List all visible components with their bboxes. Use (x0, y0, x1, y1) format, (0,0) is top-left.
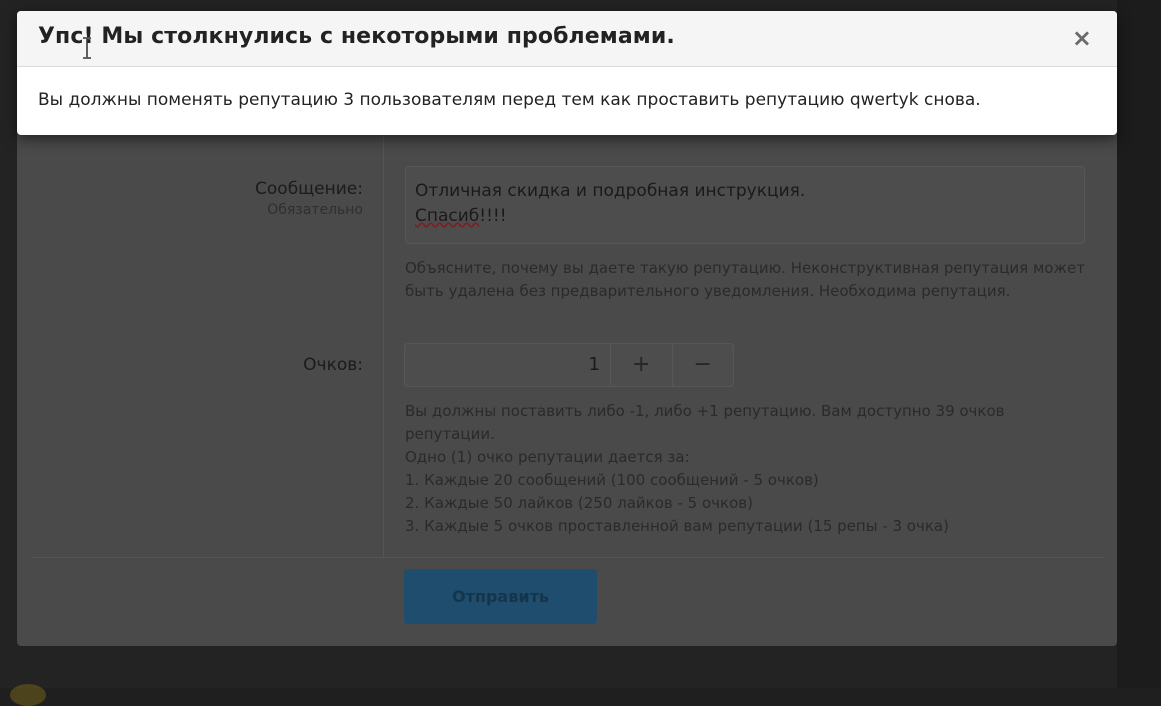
message-required-label: Обязательно (267, 202, 363, 218)
close-icon[interactable]: × (1072, 25, 1092, 51)
points-label: Очков: (303, 355, 363, 375)
points-hint-line-3: 1. Каждые 20 сообщений (100 сообщений - … (405, 471, 819, 489)
points-stepper[interactable]: 1 + − (404, 343, 734, 387)
error-dialog-header: Упс! Мы столкнулись с некоторыми проблем… (17, 11, 1117, 67)
submit-button[interactable]: Отправить (404, 569, 597, 624)
message-label: Сообщение: (255, 179, 363, 199)
form-footer-divider (31, 557, 1103, 558)
points-hint-line-1: Вы должны поставить либо -1, либо +1 реп… (405, 402, 1005, 443)
corner-glow (10, 684, 46, 706)
error-dialog-message: Вы должны поменять репутацию 3 пользоват… (38, 90, 981, 110)
message-line-2-misspelled: Спасиб (415, 206, 480, 226)
error-dialog: Упс! Мы столкнулись с некоторыми проблем… (17, 11, 1117, 135)
form-column-divider (383, 130, 384, 558)
points-label-group: Очков: (303, 354, 363, 376)
points-hint-line-5: 3. Каждые 5 очков проставленной вам репу… (405, 517, 949, 535)
points-value-input[interactable]: 1 (405, 344, 611, 386)
page-right-strip (1117, 0, 1161, 688)
message-hint: Объясните, почему вы даете такую репутац… (405, 259, 1085, 300)
message-line-1: Отличная скидка и подробная инструкция. (415, 181, 806, 201)
points-hint-line-2: Одно (1) очко репутации дается за: (405, 448, 690, 466)
points-decrement-button[interactable]: − (671, 344, 734, 386)
points-increment-button[interactable]: + (611, 344, 672, 386)
text-cursor-icon (83, 37, 91, 59)
points-hint: Вы должны поставить либо -1, либо +1 реп… (405, 400, 1045, 538)
error-dialog-title: Упс! Мы столкнулись с некоторыми проблем… (38, 24, 675, 49)
message-label-group: Сообщение: Обязательно (255, 178, 363, 220)
message-line-2-tail: !!!! (479, 206, 507, 226)
message-textarea[interactable]: Отличная скидка и подробная инструкция. С… (405, 166, 1085, 244)
points-hint-line-4: 2. Каждые 50 лайков (250 лайков - 5 очко… (405, 494, 753, 512)
